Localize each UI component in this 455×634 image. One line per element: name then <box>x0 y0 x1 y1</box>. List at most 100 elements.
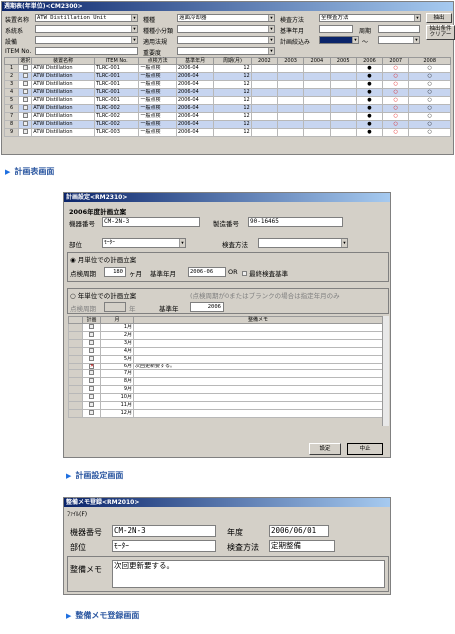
year-2008-cell[interactable]: ○ <box>408 64 451 73</box>
checkbox-icon[interactable] <box>22 81 28 86</box>
checkbox-icon[interactable] <box>89 378 94 384</box>
year-2007-cell[interactable]: ○ <box>382 120 410 129</box>
plan-checkbox-cell[interactable] <box>82 369 101 379</box>
checkbox-icon[interactable] <box>89 386 94 392</box>
year-2004-cell[interactable] <box>303 112 331 121</box>
year-2002-cell[interactable] <box>250 80 278 89</box>
table-row[interactable]: 9 ATW Distillation TLRC-003 一般点検 2006-04 12 ● ○… <box>3 128 451 137</box>
table-row[interactable]: 7 ATW Distillation TLRC-002 一般点検 2006-04 12 ● ○… <box>3 112 451 121</box>
select-checkbox[interactable] <box>18 120 33 129</box>
checkbox-icon[interactable] <box>22 89 28 94</box>
plan-checkbox-cell[interactable] <box>82 347 101 356</box>
table-row[interactable]: 5 ATW Distillation TLRC-001 一般点検 2006-04 12 ● ○… <box>3 96 451 105</box>
plan-checkbox-cell[interactable] <box>82 355 101 364</box>
cancel-button[interactable]: 中止 <box>347 443 383 455</box>
year-2008-cell[interactable]: ○ <box>408 72 451 81</box>
checkbox-icon[interactable] <box>89 370 94 376</box>
year-2005-cell[interactable] <box>329 112 357 121</box>
yearly-plan-radio[interactable]: ○ 年単位での計画立案 <box>70 290 136 300</box>
checkbox-icon[interactable] <box>89 356 94 361</box>
year-2003-cell[interactable] <box>276 112 305 121</box>
check-method-input[interactable]: 定期整備 <box>269 540 335 552</box>
year-2008-cell[interactable]: ○ <box>408 88 451 97</box>
select-checkbox[interactable] <box>18 72 33 81</box>
table-row[interactable]: 6 ATW Distillation TLRC-002 一般点検 2006-04 12 ● ○… <box>3 104 451 113</box>
system-select[interactable]: ▼ <box>35 25 138 33</box>
year-2002-cell[interactable] <box>250 88 278 97</box>
radio-unchecked-icon[interactable]: ○ <box>70 292 76 300</box>
year-2002-cell[interactable] <box>250 128 278 137</box>
year-2005-cell[interactable] <box>329 104 357 113</box>
machine-no-input[interactable]: CM-2N-3 <box>102 217 200 227</box>
table-row[interactable]: 1 ATW Distillation TLRC-001 一般点検 2006-04 12 ● ○… <box>3 64 451 73</box>
checkbox-icon[interactable] <box>89 394 94 400</box>
column-header[interactable]: 2003 <box>276 57 305 65</box>
column-header[interactable]: 選択 <box>18 57 33 65</box>
memo-cell[interactable] <box>133 369 383 379</box>
part-input[interactable]: ﾓｰﾀｰ <box>112 540 216 552</box>
select-checkbox[interactable] <box>18 128 33 137</box>
year-2003-cell[interactable] <box>276 96 305 105</box>
plan-checkbox-cell[interactable] <box>82 339 101 348</box>
year-2007-cell[interactable]: ○ <box>382 64 410 73</box>
importance-select[interactable]: ▼ <box>177 47 275 55</box>
year-2002-cell[interactable] <box>250 104 278 113</box>
year-2003-cell[interactable] <box>276 104 305 113</box>
year-2003-cell[interactable] <box>276 128 305 137</box>
device-name-select[interactable]: ATW Distillation Unit ▼ <box>35 14 138 22</box>
table-row[interactable]: 11月 <box>68 401 383 411</box>
memo-cell[interactable] <box>133 323 383 332</box>
year-2007-cell[interactable]: ○ <box>382 96 410 105</box>
year-2002-cell[interactable] <box>250 112 278 121</box>
checkbox-icon[interactable] <box>22 113 28 118</box>
clear-filter-button[interactable]: 抽出条件クリアー <box>426 25 455 40</box>
year-2007-cell[interactable]: ○ <box>382 88 410 97</box>
table-row[interactable]: 9月 <box>68 385 383 395</box>
column-header[interactable]: 基準年月 <box>175 57 215 65</box>
plan-checkbox-cell[interactable] <box>82 409 101 419</box>
checkbox-icon[interactable] <box>22 97 28 102</box>
year-2007-cell[interactable]: ○ <box>382 80 410 89</box>
year-2008-cell[interactable]: ○ <box>408 120 451 129</box>
chevron-down-icon[interactable]: ▼ <box>352 37 358 43</box>
base-year-input[interactable]: 2006 <box>190 302 224 312</box>
table-row[interactable]: 1月 <box>68 323 383 332</box>
check-method-select[interactable]: ▼ <box>258 238 348 248</box>
select-checkbox[interactable] <box>18 88 33 97</box>
memo-cell[interactable] <box>133 377 383 387</box>
memo-cell[interactable] <box>133 339 383 348</box>
checkbox-icon[interactable] <box>89 332 94 337</box>
select-checkbox[interactable] <box>18 64 33 73</box>
vertical-scrollbar[interactable] <box>382 316 389 426</box>
chevron-down-icon[interactable]: ▼ <box>179 239 185 247</box>
file-menu[interactable]: ﾌｧｲﾙ(F) <box>67 509 87 518</box>
year-2002-cell[interactable] <box>250 72 278 81</box>
year-2006-cell[interactable]: ● <box>355 112 384 121</box>
year-2005-cell[interactable] <box>329 64 357 73</box>
radio-checked-icon[interactable]: ◉ <box>70 256 76 264</box>
column-header[interactable]: 装置名称 <box>31 57 95 65</box>
year-2006-cell[interactable]: ● <box>355 120 384 129</box>
plan-checkbox-cell[interactable] <box>82 401 101 411</box>
table-row[interactable]: 2 ATW Distillation TLRC-001 一般点検 2006-04 12 ● ○… <box>3 72 451 81</box>
year-2008-cell[interactable]: ○ <box>408 112 451 121</box>
column-header[interactable]: 2002 <box>250 57 278 65</box>
checkbox-icon[interactable] <box>22 73 28 78</box>
year-2004-cell[interactable] <box>303 80 331 89</box>
checkbox-icon[interactable] <box>89 402 94 408</box>
memo-cell[interactable] <box>133 331 383 340</box>
year-2002-cell[interactable] <box>250 96 278 105</box>
memo-cell[interactable] <box>133 385 383 395</box>
column-header[interactable]: 2007 <box>382 57 410 65</box>
chevron-down-icon[interactable]: ▼ <box>341 239 347 247</box>
column-header[interactable]: 2008 <box>408 57 451 65</box>
checkbox-icon[interactable] <box>22 129 28 134</box>
plan-checkbox-cell[interactable] <box>82 385 101 395</box>
plan-filter-to-select[interactable]: ▼ <box>378 36 420 44</box>
year-2006-cell[interactable]: ● <box>355 88 384 97</box>
year-2003-cell[interactable] <box>276 120 305 129</box>
year-2004-cell[interactable] <box>303 88 331 97</box>
year-2005-cell[interactable] <box>329 88 357 97</box>
last-base-checkbox[interactable]: 最終検査基準 <box>242 268 288 278</box>
memo-cell[interactable] <box>133 409 383 419</box>
